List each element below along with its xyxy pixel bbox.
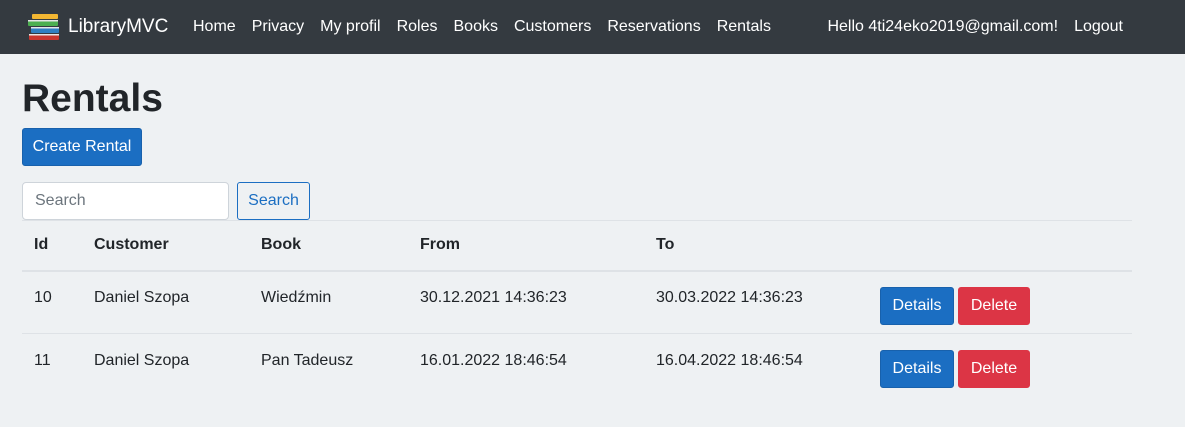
- cell-book-text: Wiedźmin: [261, 289, 332, 307]
- header-book: Book: [261, 236, 301, 254]
- cell-to-text: 16.04.2022 18:46:54: [656, 352, 803, 370]
- header-row: Id Customer Book From To: [22, 220, 1132, 271]
- cell-id-text: 11: [34, 352, 51, 370]
- cell-from-text: 16.01.2022 18:46:54: [420, 352, 567, 370]
- nav-link-reservations[interactable]: Reservations: [599, 18, 708, 36]
- nav-user-area: Hello 4ti24eko2019@gmail.com! Logout: [819, 0, 1131, 54]
- table-header: Id Customer Book From To: [22, 220, 1132, 271]
- table-body: 10 Daniel Szopa Wiedźmin 30.12.2021 14:3…: [22, 271, 1132, 397]
- cell-from: 30.12.2021 14:36:23: [408, 271, 644, 334]
- details-button[interactable]: Details: [880, 350, 954, 389]
- header-from: From: [420, 236, 460, 254]
- rentals-table: Id Customer Book From To 10 Daniel Szopa…: [22, 220, 1132, 397]
- cell-customer-text: Daniel Szopa: [94, 289, 190, 307]
- cell-book: Wiedźmin: [249, 271, 408, 334]
- search-button[interactable]: Search: [237, 182, 310, 220]
- cell-from-text: 30.12.2021 14:36:23: [420, 289, 567, 307]
- nav-link-roles[interactable]: Roles: [389, 18, 446, 36]
- search-input[interactable]: [22, 182, 229, 220]
- header-to: To: [656, 236, 675, 254]
- create-rental-button[interactable]: Create Rental: [22, 128, 142, 166]
- header-customer: Customer: [94, 236, 169, 254]
- nav-link-home[interactable]: Home: [185, 18, 244, 36]
- header-actions: [880, 221, 1132, 271]
- books-logo-icon: [28, 14, 59, 40]
- cell-from: 16.01.2022 18:46:54: [408, 334, 644, 397]
- brand-name: LibraryMVC: [68, 16, 169, 37]
- cell-actions: Details Delete: [880, 271, 1132, 334]
- top-navbar: LibraryMVC Home Privacy My profil Roles …: [0, 0, 1185, 54]
- cell-customer: Daniel Szopa: [82, 271, 249, 334]
- user-greeting-link[interactable]: Hello 4ti24eko2019@gmail.com!: [819, 18, 1066, 36]
- delete-button[interactable]: Delete: [958, 350, 1030, 389]
- cell-to: 16.04.2022 18:46:54: [644, 334, 880, 397]
- logout-link[interactable]: Logout: [1066, 18, 1131, 36]
- cell-to-text: 30.03.2022 14:36:23: [656, 289, 803, 307]
- brand-link[interactable]: LibraryMVC: [26, 12, 168, 42]
- nav-link-my-profil[interactable]: My profil: [312, 18, 388, 36]
- details-button[interactable]: Details: [880, 287, 954, 326]
- nav-link-books[interactable]: Books: [446, 18, 506, 36]
- nav-link-customers[interactable]: Customers: [506, 18, 599, 36]
- row-actions: Details Delete: [880, 287, 1120, 326]
- cell-id: 10: [22, 271, 82, 334]
- cell-to: 30.03.2022 14:36:23: [644, 271, 880, 334]
- cell-customer: Daniel Szopa: [82, 334, 249, 397]
- cell-book-text: Pan Tadeusz: [261, 352, 354, 370]
- cell-customer-text: Daniel Szopa: [94, 352, 190, 370]
- header-id: Id: [34, 236, 49, 254]
- table-row: 10 Daniel Szopa Wiedźmin 30.12.2021 14:3…: [22, 271, 1132, 334]
- cell-actions: Details Delete: [880, 334, 1132, 397]
- nav-link-rentals[interactable]: Rentals: [709, 18, 779, 36]
- cell-id-text: 10: [34, 289, 52, 307]
- row-actions: Details Delete: [880, 350, 1120, 389]
- nav-link-privacy[interactable]: Privacy: [244, 18, 312, 36]
- page-title: Rentals: [22, 77, 163, 120]
- cell-book: Pan Tadeusz: [249, 334, 408, 397]
- nav-links: Home Privacy My profil Roles Books Custo…: [185, 0, 779, 54]
- table-row: 11 Daniel Szopa Pan Tadeusz 16.01.2022 1…: [22, 334, 1132, 397]
- delete-button[interactable]: Delete: [958, 287, 1030, 326]
- cell-id: 11: [22, 334, 82, 397]
